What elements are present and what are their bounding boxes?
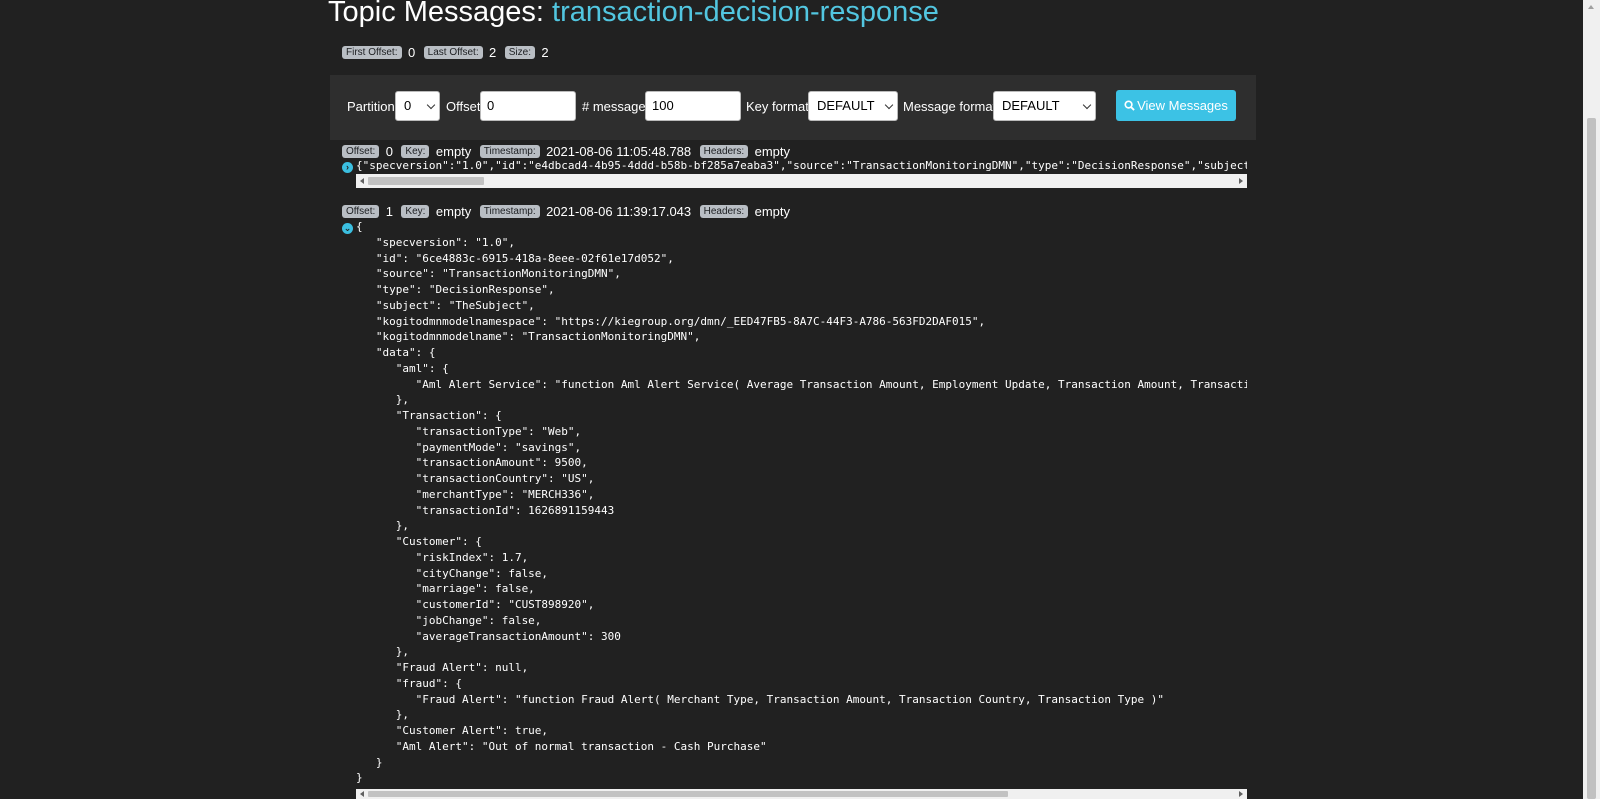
message-key: empty: [435, 144, 472, 160]
size-badge: Size:: [504, 46, 535, 60]
messages-count-input-value: 100: [652, 98, 674, 113]
message-format-label: Message format: [903, 99, 997, 114]
page-title: Topic Messages: transaction-decision-res…: [328, 0, 939, 29]
message-headers: empty: [754, 144, 791, 160]
headers-badge: Headers:: [699, 145, 749, 159]
partition-select[interactable]: 0: [395, 91, 440, 121]
chevron-down-icon: [884, 100, 894, 110]
offset-input-value: 0: [487, 98, 495, 113]
messages-count-label: # messages: [582, 99, 653, 114]
timestamp-badge: Timestamp:: [479, 145, 540, 159]
scroll-right-arrow-icon[interactable]: [1239, 791, 1243, 797]
scroll-left-arrow-icon[interactable]: [360, 178, 364, 184]
message-offset: 1: [385, 204, 393, 220]
offset-input[interactable]: 0: [480, 91, 576, 121]
search-icon: [1124, 100, 1135, 111]
last-offset-value: 2: [489, 45, 497, 61]
message-format-select-value: DEFAULT: [1002, 98, 1060, 113]
message-timestamp: 2021-08-06 11:05:48.788: [546, 144, 692, 160]
offset-badge: Offset:: [342, 205, 380, 219]
message-key: empty: [435, 204, 472, 220]
scroll-left-arrow-icon[interactable]: [360, 791, 364, 797]
message-horizontal-scrollbar[interactable]: [356, 789, 1247, 799]
messages-count-input[interactable]: 100: [645, 91, 741, 121]
message-headers: empty: [754, 204, 791, 220]
first-offset-value: 0: [407, 45, 416, 61]
headers-badge: Headers:: [699, 205, 749, 219]
scroll-right-arrow-icon[interactable]: [1239, 178, 1243, 184]
key-badge: Key:: [401, 205, 430, 219]
offset-label: Offset: [446, 99, 481, 114]
message-format-select[interactable]: DEFAULT: [993, 91, 1096, 121]
message-timestamp: 2021-08-06 11:39:17.043: [546, 204, 692, 220]
message-body: { "specversion": "1.0", "id": "6ce4883c-…: [356, 220, 1247, 785]
page-title-prefix: Topic Messages:: [328, 0, 553, 28]
key-format-label: Key format: [746, 99, 809, 114]
message-horizontal-scrollbar[interactable]: [356, 174, 1247, 188]
message-filter-panel: Partition 0 Offset 0 # messages 100 Key …: [330, 75, 1256, 140]
offset-stats: First Offset: 0 Last Offset: 2 Size: 2: [342, 44, 553, 62]
key-format-select[interactable]: DEFAULT: [808, 91, 898, 121]
scroll-up-arrow-icon[interactable]: [1588, 5, 1594, 9]
timestamp-badge: Timestamp:: [479, 205, 540, 219]
view-messages-label: View Messages: [1137, 98, 1228, 113]
message-body: {"specversion":"1.0","id":"e4dbcad4-4b95…: [356, 159, 1247, 172]
chevron-down-icon: [1082, 100, 1092, 110]
size-value: 2: [541, 45, 549, 61]
message-offset: 0: [385, 144, 393, 160]
topic-name: transaction-decision-response: [552, 0, 939, 28]
view-messages-button[interactable]: View Messages: [1116, 90, 1236, 121]
key-format-select-value: DEFAULT: [817, 98, 875, 113]
page-vertical-scrollbar[interactable]: [1583, 0, 1600, 799]
first-offset-badge: First Offset:: [342, 46, 402, 60]
partition-select-value: 0: [404, 98, 412, 113]
scrollbar-thumb[interactable]: [368, 791, 1008, 797]
expand-toggle-icon[interactable]: ›: [342, 162, 353, 173]
chevron-down-icon: [426, 100, 436, 110]
offset-badge: Offset:: [342, 145, 380, 159]
collapse-toggle-icon[interactable]: ⌄: [342, 223, 353, 234]
scrollbar-thumb[interactable]: [1587, 118, 1596, 799]
key-badge: Key:: [401, 145, 430, 159]
scrollbar-thumb[interactable]: [368, 177, 484, 185]
last-offset-badge: Last Offset:: [423, 46, 483, 60]
partition-label: Partition: [347, 99, 395, 114]
